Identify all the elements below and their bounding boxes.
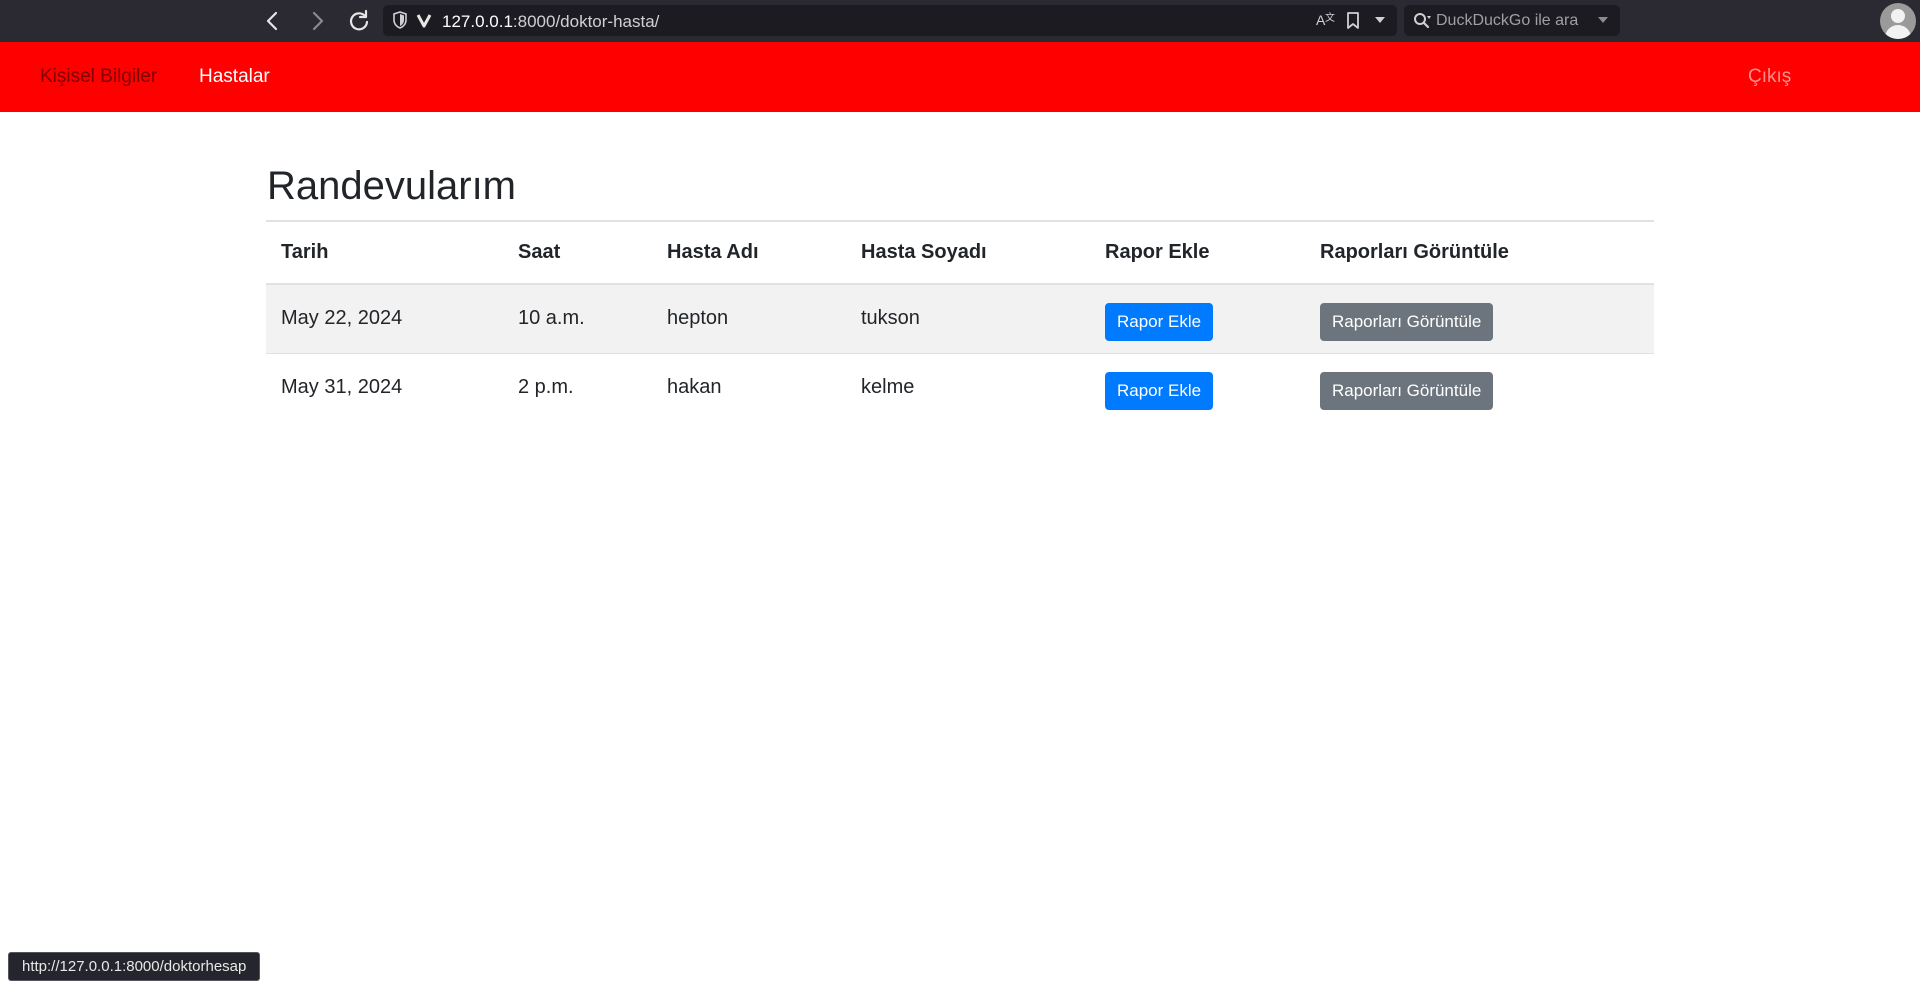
add-report-button[interactable]: Rapor Ekle bbox=[1105, 371, 1214, 410]
avatar-icon[interactable] bbox=[1880, 3, 1916, 39]
header-hasta-adi: Hasta Adı bbox=[652, 220, 846, 285]
url-path: :8000/doktor-hasta/ bbox=[512, 12, 660, 31]
top-navbar: Kişisel Bilgiler Hastalar Çıkış bbox=[0, 42, 1920, 112]
table-header-row: Tarih Saat Hasta Adı Hasta Soyadı Rapor … bbox=[266, 220, 1654, 285]
cell-time: 2 p.m. bbox=[503, 352, 652, 422]
cell-view-reports: Raporları Görüntüle bbox=[1305, 283, 1654, 353]
reload-icon[interactable] bbox=[344, 6, 374, 36]
back-arrow-icon[interactable] bbox=[258, 6, 288, 36]
header-saat: Saat bbox=[503, 220, 652, 285]
cell-last-name: kelme bbox=[846, 352, 1090, 422]
url-text[interactable]: 127.0.0.1:8000/doktor-hasta/ bbox=[442, 12, 659, 32]
cell-last-name: tukson bbox=[846, 283, 1090, 353]
header-rapor-ekle: Rapor Ekle bbox=[1090, 220, 1305, 285]
search-field[interactable]: DuckDuckGo ile ara bbox=[1404, 5, 1620, 36]
search-engine-dropdown-icon[interactable] bbox=[1596, 9, 1610, 38]
svg-text:文: 文 bbox=[1325, 11, 1335, 24]
header-tarih: Tarih bbox=[266, 220, 503, 285]
browser-toolbar: 127.0.0.1:8000/doktor-hasta/ A文 DuckDuck… bbox=[0, 0, 1920, 42]
logout-link[interactable]: Çıkış bbox=[1748, 66, 1791, 88]
appointments-table: Tarih Saat Hasta Adı Hasta Soyadı Rapor … bbox=[266, 220, 1654, 422]
nav-item-hastalar[interactable]: Hastalar bbox=[199, 66, 270, 88]
header-hasta-soyadi: Hasta Soyadı bbox=[846, 220, 1090, 285]
cell-date: May 22, 2024 bbox=[266, 283, 503, 353]
search-placeholder: DuckDuckGo ile ara bbox=[1436, 12, 1579, 29]
bookmark-icon[interactable] bbox=[1345, 9, 1361, 38]
table-row: May 22, 2024 10 a.m. hepton tukson Rapor… bbox=[266, 283, 1654, 353]
header-raporlari-goruntule: Raporları Görüntüle bbox=[1305, 220, 1654, 285]
vivaldi-icon bbox=[415, 9, 433, 38]
add-report-button[interactable]: Rapor Ekle bbox=[1105, 302, 1214, 341]
view-reports-button[interactable]: Raporları Görüntüle bbox=[1320, 371, 1494, 410]
shield-icon[interactable] bbox=[391, 9, 409, 38]
page-title: Randevularım bbox=[267, 164, 517, 208]
cell-add-report: Rapor Ekle bbox=[1090, 352, 1305, 422]
forward-arrow-icon[interactable] bbox=[302, 6, 332, 36]
nav-item-kisisel-bilgiler[interactable]: Kişisel Bilgiler bbox=[40, 66, 157, 88]
status-bar-url: http://127.0.0.1:8000/doktorhesap bbox=[8, 952, 261, 981]
cell-date: May 31, 2024 bbox=[266, 352, 503, 422]
address-bar[interactable]: 127.0.0.1:8000/doktor-hasta/ A文 bbox=[383, 5, 1397, 36]
dropdown-icon[interactable] bbox=[1373, 9, 1387, 38]
cell-first-name: hepton bbox=[652, 283, 846, 353]
search-icon bbox=[1412, 9, 1434, 38]
table-row: May 31, 2024 2 p.m. hakan kelme Rapor Ek… bbox=[266, 352, 1654, 422]
url-host: 127.0.0.1 bbox=[442, 12, 513, 31]
translate-icon[interactable]: A文 bbox=[1315, 9, 1335, 38]
cell-view-reports: Raporları Görüntüle bbox=[1305, 352, 1654, 422]
cell-add-report: Rapor Ekle bbox=[1090, 283, 1305, 353]
view-reports-button[interactable]: Raporları Görüntüle bbox=[1320, 302, 1494, 341]
cell-first-name: hakan bbox=[652, 352, 846, 422]
cell-time: 10 a.m. bbox=[503, 283, 652, 353]
